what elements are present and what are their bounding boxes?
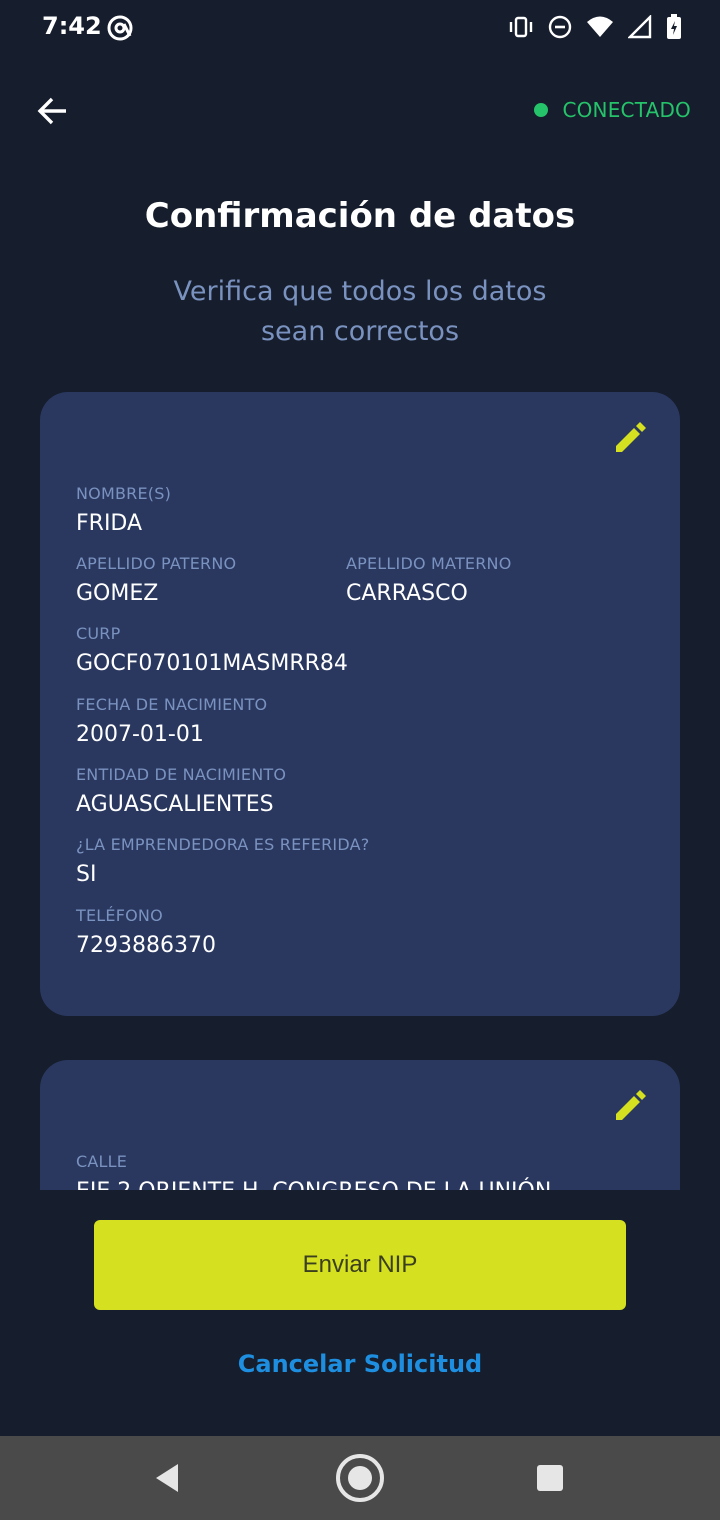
field-value: FRIDA	[76, 511, 143, 536]
field-value: 7293886370	[76, 933, 216, 958]
field-referida: ¿LA EMPRENDEDORA ES REFERIDA? SI	[76, 835, 369, 889]
pencil-icon[interactable]	[610, 1086, 650, 1126]
field-curp: CURP GOCF070101MASMRR84	[76, 624, 348, 678]
field-apellido-materno: APELLIDO MATERNO CARRASCO	[346, 554, 512, 608]
app-header: CONECTADO	[0, 80, 720, 140]
field-calle: CALLE EJE 2 ORIENTE H. CONGRESO DE LA UN…	[76, 1152, 551, 1190]
connection-status-label: CONECTADO	[562, 98, 691, 122]
address-data-card: CALLE EJE 2 ORIENTE H. CONGRESO DE LA UN…	[40, 1060, 680, 1190]
field-telefono: TELÉFONO 7293886370	[76, 906, 216, 960]
field-nombre: NOMBRE(S) FRIDA	[76, 484, 171, 538]
at-sign-icon	[107, 15, 133, 41]
nav-back-icon[interactable]	[148, 1458, 188, 1498]
details-scroll-area[interactable]: NOMBRE(S) FRIDA APELLIDO PATERNO GOMEZ A…	[0, 392, 720, 1190]
field-entidad-nacimiento: ENTIDAD DE NACIMIENTO AGUASCALIENTES	[76, 765, 286, 819]
system-nav-bar	[0, 1436, 720, 1520]
page-title: Confirmación de datos	[144, 196, 576, 236]
do-not-disturb-icon	[548, 15, 572, 39]
subtitle-line-2: sean correctos	[260, 316, 460, 347]
nav-home-icon[interactable]	[334, 1452, 386, 1504]
subtitle-line-1: Verifica que todos los datos	[173, 276, 547, 307]
field-value: EJE 2 ORIENTE H. CONGRESO DE LA UNIÓN	[76, 1178, 551, 1190]
field-fecha-nacimiento: FECHA DE NACIMIENTO 2007-01-01	[76, 695, 267, 749]
field-value: SI	[76, 862, 97, 887]
cancel-request-link[interactable]: Cancelar Solicitud	[0, 1350, 720, 1378]
field-value: 2007-01-01	[76, 722, 204, 747]
field-label: APELLIDO PATERNO	[76, 554, 237, 573]
status-icons	[508, 14, 682, 40]
field-label: ¿LA EMPRENDEDORA ES REFERIDA?	[76, 835, 370, 854]
signal-icon	[628, 15, 652, 39]
status-dot-icon	[534, 103, 549, 117]
battery-icon	[667, 14, 681, 39]
field-value: GOCF070101MASMRR84	[76, 651, 348, 676]
field-label: FECHA DE NACIMIENTO	[76, 695, 268, 714]
field-label: TELÉFONO	[76, 906, 163, 925]
vibrate-icon	[509, 16, 533, 38]
field-value: GOMEZ	[76, 581, 159, 606]
status-time: 7:42	[42, 12, 102, 40]
field-label: APELLIDO MATERNO	[346, 554, 512, 573]
field-label: NOMBRE(S)	[76, 484, 172, 503]
field-label: CURP	[76, 624, 121, 643]
connection-status: CONECTADO	[534, 98, 691, 122]
pencil-icon[interactable]	[610, 418, 650, 458]
field-label: CALLE	[76, 1152, 128, 1171]
send-nip-button[interactable]: Enviar NIP	[94, 1220, 626, 1310]
wifi-icon	[587, 16, 613, 37]
field-value: AGUASCALIENTES	[76, 792, 274, 817]
field-value: CARRASCO	[346, 581, 468, 606]
arrow-left-icon[interactable]	[34, 92, 72, 130]
field-apellido-paterno: APELLIDO PATERNO GOMEZ	[76, 554, 236, 608]
status-bar: 7:42	[0, 0, 720, 56]
field-label: ENTIDAD DE NACIMIENTO	[76, 765, 287, 784]
personal-data-card: NOMBRE(S) FRIDA APELLIDO PATERNO GOMEZ A…	[40, 392, 680, 1016]
page-subtitle: Verifica que todos los datos sean correc…	[140, 272, 580, 352]
nav-recents-icon[interactable]	[536, 1464, 564, 1492]
